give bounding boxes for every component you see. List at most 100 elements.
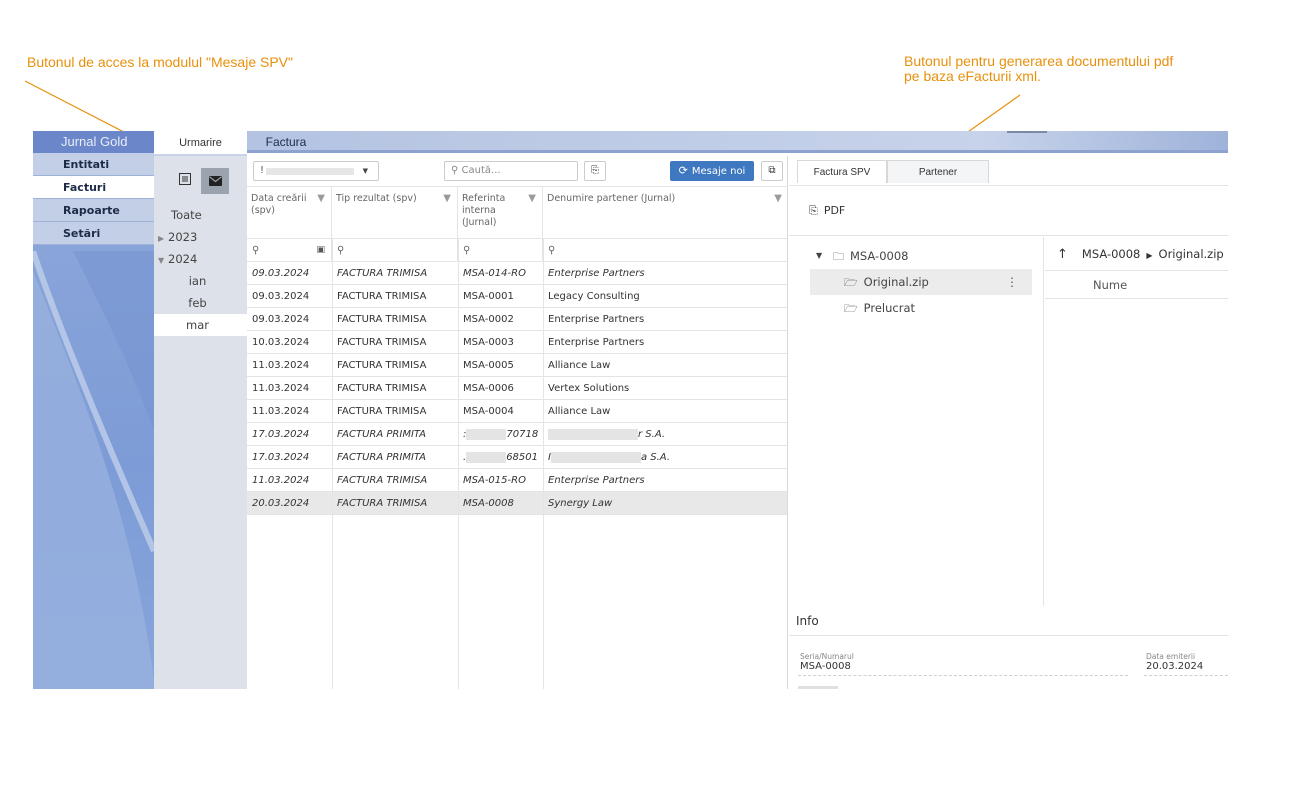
pdf-toolbar: ⎘ PDF	[789, 186, 1228, 236]
cell-ref: MSA-0004	[458, 400, 543, 423]
filter-ref[interactable]: ⚲	[458, 239, 543, 262]
tree-node-mar[interactable]: mar	[154, 314, 247, 336]
chevron-right-icon: ▶	[1146, 251, 1153, 260]
pdf-button[interactable]: ⎘ PDF	[809, 204, 845, 218]
table-row[interactable]: 17.03.2024 FACTURA PRIMITA . 68501 Ia S.A.	[247, 446, 787, 469]
file-list-header-nume[interactable]: Nume	[1045, 271, 1228, 299]
filter-icon[interactable]: ▼	[774, 193, 782, 205]
redacted-box	[466, 451, 507, 463]
grid-header: Data creării (spv) ▼ Tip rezultat (spv) ▼ …	[247, 187, 787, 239]
tree-node-ian[interactable]: ian	[154, 270, 247, 292]
arrow-up-icon[interactable]: ↑	[1057, 247, 1068, 262]
column-header-tip[interactable]: Tip rezultat (spv) ▼	[332, 187, 458, 239]
nav-item-rapoarte[interactable]: Rapoarte	[33, 199, 154, 222]
cell-text: Alliance Law	[548, 360, 611, 371]
table-row[interactable]: 09.03.2024 FACTURA TRIMISA MSA-0002 Enterpr…	[247, 308, 787, 331]
filter-icon[interactable]: ▼	[443, 193, 451, 205]
search-icon: ⚲	[463, 245, 471, 256]
grid-body: 09.03.2024 FACTURA TRIMISA MSA-014-RO Enter…	[247, 262, 787, 515]
file-list: ↑ MSA-0008 ▶ Original.zip Nume	[1045, 237, 1228, 606]
field-data-emiterii[interactable]: Data emiterii 20.03.2024	[1144, 652, 1228, 676]
tree-node-feb[interactable]: feb	[154, 292, 247, 314]
cell-text: MSA-0006	[463, 383, 514, 394]
cell-text: 09.03.2024	[252, 314, 310, 325]
cell-partener: Enterprise Partners	[543, 262, 788, 285]
cell-text: FACTURA TRIMISA	[337, 291, 427, 302]
breadcrumb-item[interactable]: Original.zip	[1159, 247, 1224, 261]
cell-ref: MSA-014-RO	[458, 262, 543, 285]
tree-year-label: 2024	[168, 252, 198, 266]
grid-toolbar: ! ▼ ⚲ ⎘ ⟳Mesaje noi ⧉	[247, 156, 787, 187]
nav-item-entitati[interactable]: Entitati	[33, 153, 154, 176]
tab-partener[interactable]: Partener	[887, 160, 989, 183]
tab-urmarire[interactable]: Urmarire	[154, 131, 247, 156]
cell-text: 17.03.2024	[252, 452, 310, 463]
cell-tip: FACTURA PRIMITA	[332, 446, 458, 469]
folder-msa-0008[interactable]: ▼ 🗀 MSA-0008	[789, 243, 1043, 269]
column-header-data[interactable]: Data creării (spv) ▼	[247, 187, 332, 239]
cell-data: 09.03.2024	[247, 285, 332, 308]
table-row[interactable]: 11.03.2024 FACTURA TRIMISA MSA-0006 Vertex …	[247, 377, 787, 400]
cell-data: 09.03.2024	[247, 262, 332, 285]
table-row[interactable]: 11.03.2024 FACTURA TRIMISA MSA-0004 Allianc…	[247, 400, 787, 423]
folder-label: Prelucrat	[863, 301, 916, 315]
folder-original-zip[interactable]: 🗁 Original.zip ⋮	[810, 269, 1032, 295]
cell-data: 20.03.2024	[247, 492, 332, 515]
filter-tip[interactable]: ⚲	[332, 239, 458, 262]
cell-partener: Alliance Law	[543, 354, 788, 377]
cell-ref: . 68501	[458, 446, 543, 469]
table-row[interactable]: 09.03.2024 FACTURA TRIMISA MSA-0001 Legacy …	[247, 285, 787, 308]
entity-select-value: !	[260, 165, 265, 176]
cell-partener: Synergy Law	[543, 492, 788, 515]
view-toggle	[154, 156, 247, 204]
cell-ref: MSA-0001	[458, 285, 543, 308]
mesaje-noi-button[interactable]: ⟳ Mesaje noi	[670, 161, 754, 181]
filter-partener[interactable]: ⚲	[543, 239, 788, 262]
cell-text: Enterprise Partners	[548, 475, 645, 486]
column-header-partener[interactable]: Denumire partener (Jurnal) ▼	[543, 187, 788, 239]
export-button[interactable]: ⎘	[584, 161, 606, 181]
filter-data[interactable]: ⚲ ▣	[247, 239, 332, 262]
filter-icon[interactable]: ▼	[317, 193, 325, 205]
list-view-icon[interactable]	[174, 168, 196, 190]
file-path-breadcrumb: ↑ MSA-0008 ▶ Original.zip	[1045, 237, 1228, 271]
table-row[interactable]: 17.03.2024 FACTURA PRIMITA:70718 r S.A.	[247, 423, 787, 446]
filter-icon[interactable]: ▼	[528, 193, 536, 205]
tree-node-2023[interactable]: ▶ 2023	[154, 226, 247, 248]
tree-year-label: 2023	[168, 230, 198, 244]
breadcrumb-item[interactable]: MSA-0008	[1082, 247, 1140, 261]
field-seria-numarul[interactable]: Seria/Numarul MSA-0008	[798, 652, 1128, 676]
info-title: Info	[789, 606, 1228, 636]
main-nav: Jurnal Gold Entitati Facturi Rapoarte Se…	[33, 131, 154, 689]
cell-text: 20.03.2024	[252, 498, 310, 509]
cell-partener: Enterprise Partners	[543, 331, 788, 354]
cell-data: 10.03.2024	[247, 331, 332, 354]
chevron-down-icon: ▼	[816, 251, 823, 260]
column-divider	[543, 239, 544, 689]
table-row[interactable]: 11.03.2024 FACTURA TRIMISA MSA-0005 Allianc…	[247, 354, 787, 377]
more-vertical-icon[interactable]: ⋮	[1006, 269, 1018, 295]
folder-prelucrat[interactable]: 🗁 Prelucrat	[789, 295, 1043, 321]
cell-text: FACTURA TRIMISA	[337, 360, 427, 371]
table-row[interactable]: 10.03.2024 FACTURA TRIMISA MSA-0003 Enterpr…	[247, 331, 787, 354]
column-header-ref[interactable]: Referinta interna (Jurnal) ▼	[458, 187, 543, 239]
tab-factura-spv[interactable]: Factura SPV	[797, 160, 887, 183]
mesaje-spv-button[interactable]	[201, 168, 229, 194]
folder-label: Original.zip	[863, 275, 929, 289]
nav-item-facturi[interactable]: Facturi	[33, 176, 154, 199]
copy-button[interactable]: ⧉	[761, 161, 783, 181]
table-row[interactable]: 20.03.2024 FACTURA TRIMISA MSA-0008 Synergy…	[247, 492, 787, 515]
tree-node-2024[interactable]: ▼ 2024	[154, 248, 247, 270]
table-row[interactable]: 11.03.2024 FACTURA TRIMISA MSA-015-RO Enter…	[247, 469, 787, 492]
entity-select[interactable]: ! ▼	[253, 161, 379, 181]
tree-node-toate[interactable]: Toate	[154, 204, 247, 226]
cell-text: 11.03.2024	[252, 360, 310, 371]
redacted-box	[548, 428, 638, 440]
search-input[interactable]	[461, 165, 572, 176]
nav-item-setari[interactable]: Setări	[33, 222, 154, 245]
calendar-icon[interactable]: ▣	[316, 239, 325, 262]
table-row[interactable]: 09.03.2024 FACTURA TRIMISA MSA-014-RO Enter…	[247, 262, 787, 285]
cell-text: Alliance Law	[548, 406, 611, 417]
cell-partener: r S.A.	[543, 423, 788, 446]
tab-factura[interactable]: Factura	[247, 131, 325, 153]
